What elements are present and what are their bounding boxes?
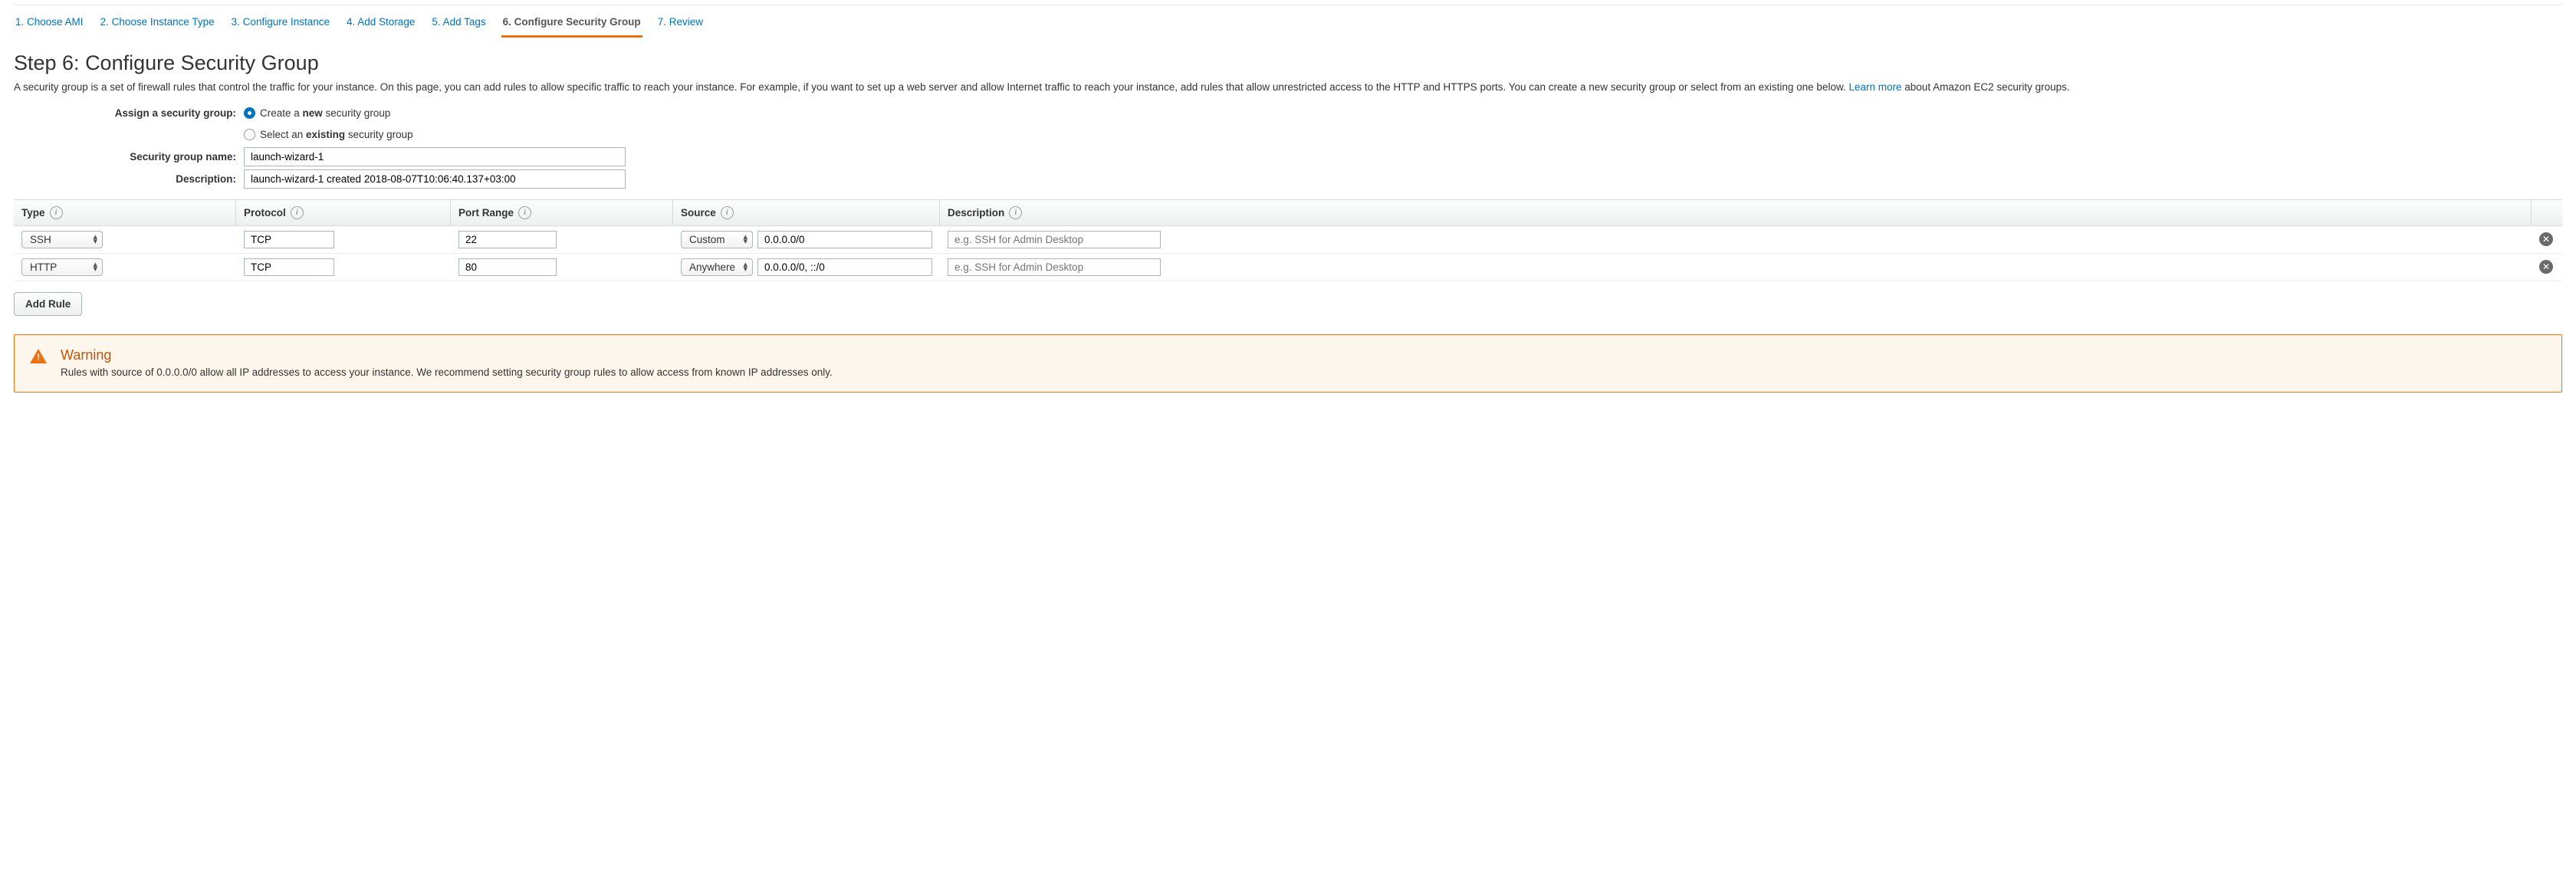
info-icon[interactable]: i: [291, 206, 304, 219]
warning-icon: [30, 349, 47, 363]
rule-port-input[interactable]: [458, 231, 557, 248]
remove-rule-icon[interactable]: ✕: [2539, 260, 2553, 274]
rule-source-mode-select[interactable]: Custom ▴▾: [681, 231, 753, 248]
rule-protocol-input[interactable]: [244, 231, 334, 248]
info-icon[interactable]: i: [721, 206, 734, 219]
info-icon[interactable]: i: [50, 206, 63, 219]
add-rule-button[interactable]: Add Rule: [14, 292, 82, 316]
radio-create-new[interactable]: Create a new security group: [244, 104, 704, 123]
table-row: HTTP ▴▾ Anywhere ▴▾ ✕: [14, 254, 2562, 281]
warning-title: Warning: [61, 347, 833, 363]
rules-table-header: Type i Protocol i Port Range i Source i …: [14, 200, 2562, 226]
rule-source-input[interactable]: [757, 231, 932, 248]
radio-select-existing-dot[interactable]: [244, 129, 255, 140]
rule-source-mode-select[interactable]: Anywhere ▴▾: [681, 258, 753, 276]
page-description-post: about Amazon EC2 security groups.: [1904, 81, 2069, 93]
chevron-updown-icon: ▴▾: [743, 235, 748, 244]
page-title: Step 6: Configure Security Group: [14, 51, 2562, 75]
sg-name-input[interactable]: [244, 147, 626, 166]
col-type: Type i: [14, 200, 236, 225]
rule-protocol-input[interactable]: [244, 258, 334, 276]
info-icon[interactable]: i: [518, 206, 531, 219]
col-protocol: Protocol i: [236, 200, 451, 225]
col-description: Description i: [940, 200, 2532, 225]
page-description: A security group is a set of firewall ru…: [14, 80, 2562, 95]
chevron-updown-icon: ▴▾: [93, 262, 97, 271]
radio-select-existing[interactable]: Select an existing security group: [244, 126, 704, 144]
wizard-stepper: 1. Choose AMI 2. Choose Instance Type 3.…: [14, 5, 2562, 38]
radio-create-new-dot[interactable]: [244, 107, 255, 119]
col-port-range: Port Range i: [451, 200, 673, 225]
learn-more-link[interactable]: Learn more: [1848, 81, 1901, 93]
sg-description-label: Description:: [14, 173, 244, 185]
rule-port-input[interactable]: [458, 258, 557, 276]
warning-box: Warning Rules with source of 0.0.0.0/0 a…: [14, 334, 2562, 393]
rule-description-input[interactable]: [948, 231, 1161, 248]
info-icon[interactable]: i: [1009, 206, 1022, 219]
step-configure-instance[interactable]: 3. Configure Instance: [230, 10, 331, 38]
assign-security-group-label: Assign a security group:: [14, 107, 244, 119]
table-row: SSH ▴▾ Custom ▴▾ ✕: [14, 226, 2562, 254]
col-source: Source i: [673, 200, 940, 225]
warning-text: Rules with source of 0.0.0.0/0 allow all…: [61, 366, 833, 378]
rule-source-input[interactable]: [757, 258, 932, 276]
rule-type-select[interactable]: HTTP ▴▾: [21, 258, 103, 276]
security-group-form: Assign a security group: Create a new se…: [14, 104, 704, 189]
sg-description-input[interactable]: [244, 169, 626, 189]
chevron-updown-icon: ▴▾: [93, 235, 97, 244]
remove-rule-icon[interactable]: ✕: [2539, 232, 2553, 246]
step-add-storage[interactable]: 4. Add Storage: [345, 10, 416, 38]
sg-name-label: Security group name:: [14, 151, 244, 163]
step-configure-security-group[interactable]: 6. Configure Security Group: [501, 10, 642, 38]
rule-description-input[interactable]: [948, 258, 1161, 276]
step-add-tags[interactable]: 5. Add Tags: [430, 10, 487, 38]
step-choose-instance-type[interactable]: 2. Choose Instance Type: [99, 10, 216, 38]
rule-type-select[interactable]: SSH ▴▾: [21, 231, 103, 248]
page-description-text: A security group is a set of firewall ru…: [14, 81, 1848, 93]
step-choose-ami[interactable]: 1. Choose AMI: [14, 10, 85, 38]
radio-select-existing-label: Select an existing security group: [260, 129, 413, 140]
step-review[interactable]: 7. Review: [656, 10, 705, 38]
rules-table: Type i Protocol i Port Range i Source i …: [14, 199, 2562, 281]
radio-create-new-label: Create a new security group: [260, 107, 390, 119]
chevron-updown-icon: ▴▾: [743, 262, 748, 271]
